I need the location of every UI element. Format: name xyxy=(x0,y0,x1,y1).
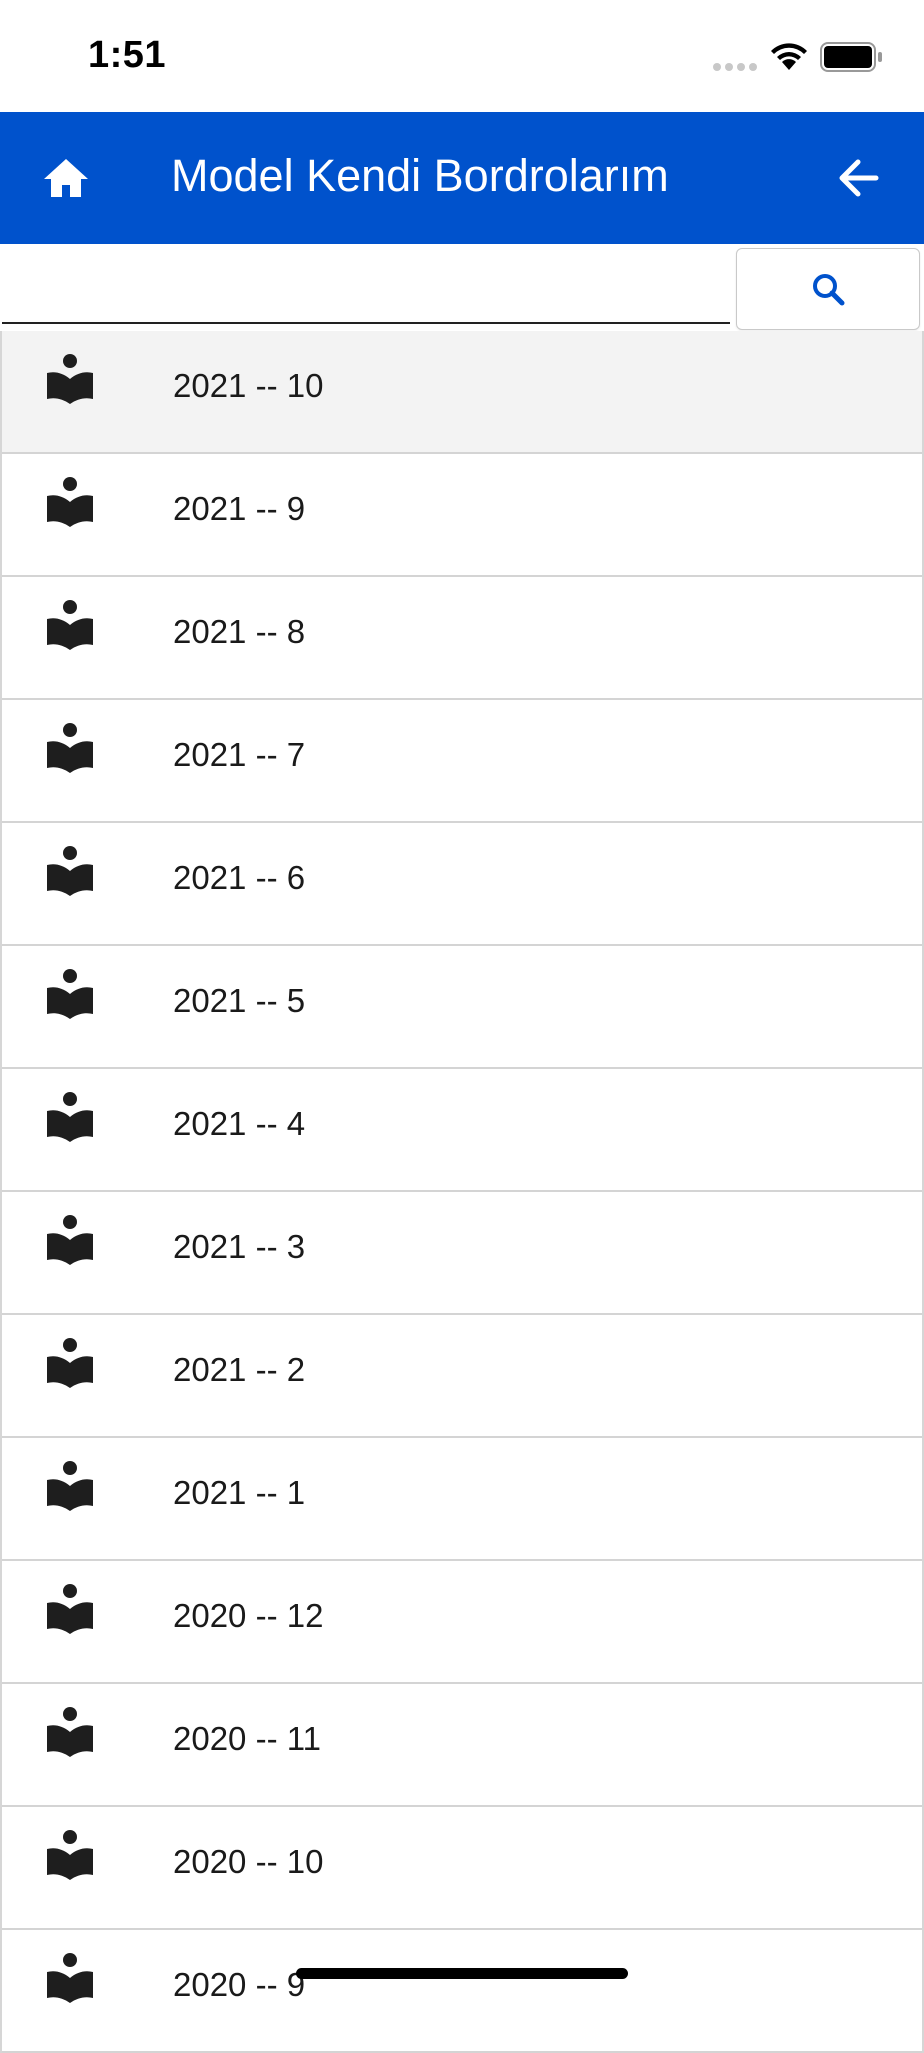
list-item[interactable]: 2021 -- 3 xyxy=(2,1192,922,1315)
search-button[interactable] xyxy=(736,248,920,330)
person-reading-book-icon xyxy=(47,1338,93,1388)
list-item[interactable]: 2021 -- 8 xyxy=(2,577,922,700)
person-reading-book-icon xyxy=(47,1953,93,2003)
person-reading-book-icon xyxy=(47,1215,93,1265)
list-item[interactable]: 2021 -- 2 xyxy=(2,1315,922,1438)
list-item[interactable]: 2021 -- 1 xyxy=(2,1438,922,1561)
wifi-icon xyxy=(768,40,810,77)
status-bar: 1:51 xyxy=(0,0,924,112)
app-header: Model Kendi Bordrolarım xyxy=(0,112,924,244)
list-item-label: 2021 -- 7 xyxy=(173,736,306,773)
person-reading-book-icon xyxy=(47,846,93,896)
list-item[interactable]: 2021 -- 10 xyxy=(2,331,922,454)
list-item-label: 2020 -- 9 xyxy=(173,1966,306,2003)
person-reading-book-icon xyxy=(47,969,93,1019)
list-item-label: 2021 -- 3 xyxy=(173,1228,306,1265)
person-reading-book-icon xyxy=(47,1707,93,1757)
home-button[interactable] xyxy=(36,150,96,206)
list-item-label: 2021 -- 1 xyxy=(173,1474,306,1511)
cellular-signal-icon xyxy=(713,63,757,71)
search-icon xyxy=(813,274,845,306)
person-reading-book-icon xyxy=(47,1092,93,1142)
list-item-label: 2020 -- 10 xyxy=(173,1843,324,1880)
list-item-label: 2020 -- 12 xyxy=(173,1597,324,1634)
status-time: 1:51 xyxy=(88,34,167,76)
search-bar xyxy=(0,244,924,332)
list-item-label: 2021 -- 2 xyxy=(173,1351,306,1388)
search-input[interactable] xyxy=(2,248,730,324)
list-item[interactable]: 2021 -- 7 xyxy=(2,700,922,823)
list-item-label: 2021 -- 4 xyxy=(173,1105,306,1142)
home-indicator xyxy=(296,1968,628,1979)
home-icon xyxy=(44,159,88,197)
list-item[interactable]: 2021 -- 4 xyxy=(2,1069,922,1192)
list-item[interactable]: 2020 -- 9 xyxy=(2,1930,922,2053)
list-item-label: 2021 -- 9 xyxy=(173,490,306,527)
page-title: Model Kendi Bordrolarım xyxy=(171,150,669,201)
person-reading-book-icon xyxy=(47,477,93,527)
list-item-label: 2021 -- 10 xyxy=(173,367,324,404)
person-reading-book-icon xyxy=(47,723,93,773)
person-reading-book-icon xyxy=(47,354,93,404)
list-item-label: 2021 -- 5 xyxy=(173,982,306,1019)
person-reading-book-icon xyxy=(47,1461,93,1511)
list-item[interactable]: 2020 -- 11 xyxy=(2,1684,922,1807)
list-item[interactable]: 2020 -- 10 xyxy=(2,1807,922,1930)
list-item[interactable]: 2021 -- 9 xyxy=(2,454,922,577)
payroll-list: 2021 -- 10 2021 -- 9 2021 -- 8 2021 -- 7 xyxy=(0,331,924,2053)
list-item[interactable]: 2021 -- 6 xyxy=(2,823,922,946)
person-reading-book-icon xyxy=(47,1584,93,1634)
list-item-label: 2021 -- 6 xyxy=(173,859,306,896)
list-item-label: 2020 -- 11 xyxy=(173,1720,321,1757)
arrow-left-icon xyxy=(839,159,879,197)
list-item[interactable]: 2021 -- 5 xyxy=(2,946,922,1069)
battery-icon xyxy=(820,42,884,77)
person-reading-book-icon xyxy=(47,600,93,650)
list-item[interactable]: 2020 -- 12 xyxy=(2,1561,922,1684)
person-reading-book-icon xyxy=(47,1830,93,1880)
list-item-label: 2021 -- 8 xyxy=(173,613,306,650)
back-button[interactable] xyxy=(830,150,886,206)
